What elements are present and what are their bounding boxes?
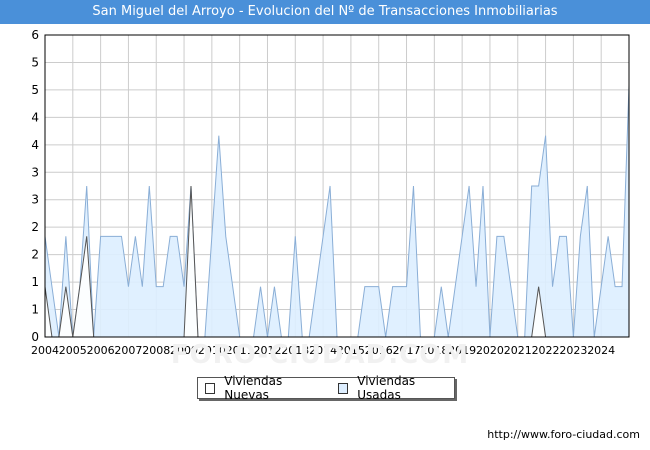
- legend-label-nuevas: Viviendas Nuevas: [224, 374, 283, 402]
- y-tick-label: 1: [31, 303, 39, 317]
- y-tick-label: 3: [31, 193, 39, 207]
- legend-item-nuevas: Viviendas Nuevas: [205, 374, 322, 402]
- legend-swatch-nuevas: [205, 382, 216, 394]
- y-tick-label: 4: [31, 138, 39, 152]
- x-tick-label: 2022: [532, 344, 560, 357]
- legend-swatch-usadas: [337, 382, 349, 394]
- y-tick-label: 5: [31, 55, 39, 69]
- y-tick-label: 4: [31, 110, 39, 124]
- y-tick-label: 6: [31, 28, 39, 42]
- y-tick-label: 3: [31, 165, 39, 179]
- y-tick-label: 5: [31, 83, 39, 97]
- y-tick-label: 0: [31, 330, 39, 344]
- legend-label-usadas: Viviendas Usadas: [357, 374, 416, 402]
- y-tick-label: 2: [31, 220, 39, 234]
- y-tick-labels: 0 1 1 2 2 3 3 4 4 5 5 6: [31, 28, 39, 344]
- x-tick-label: 2006: [87, 344, 115, 357]
- y-tick-label: 2: [31, 248, 39, 262]
- legend-item-usadas: Viviendas Usadas: [337, 374, 454, 402]
- watermark: FORO-CIUDAD.COM: [170, 340, 470, 370]
- x-tick-label: 2024: [587, 344, 615, 357]
- x-tick-label: 2023: [559, 344, 587, 357]
- legend: Viviendas Nuevas Viviendas Usadas: [197, 374, 455, 402]
- x-tick-label: 2005: [59, 344, 87, 357]
- x-tick-label: 2004: [31, 344, 59, 357]
- y-tick-label: 1: [31, 275, 39, 289]
- source-url: http://www.foro-ciudad.com: [487, 428, 640, 441]
